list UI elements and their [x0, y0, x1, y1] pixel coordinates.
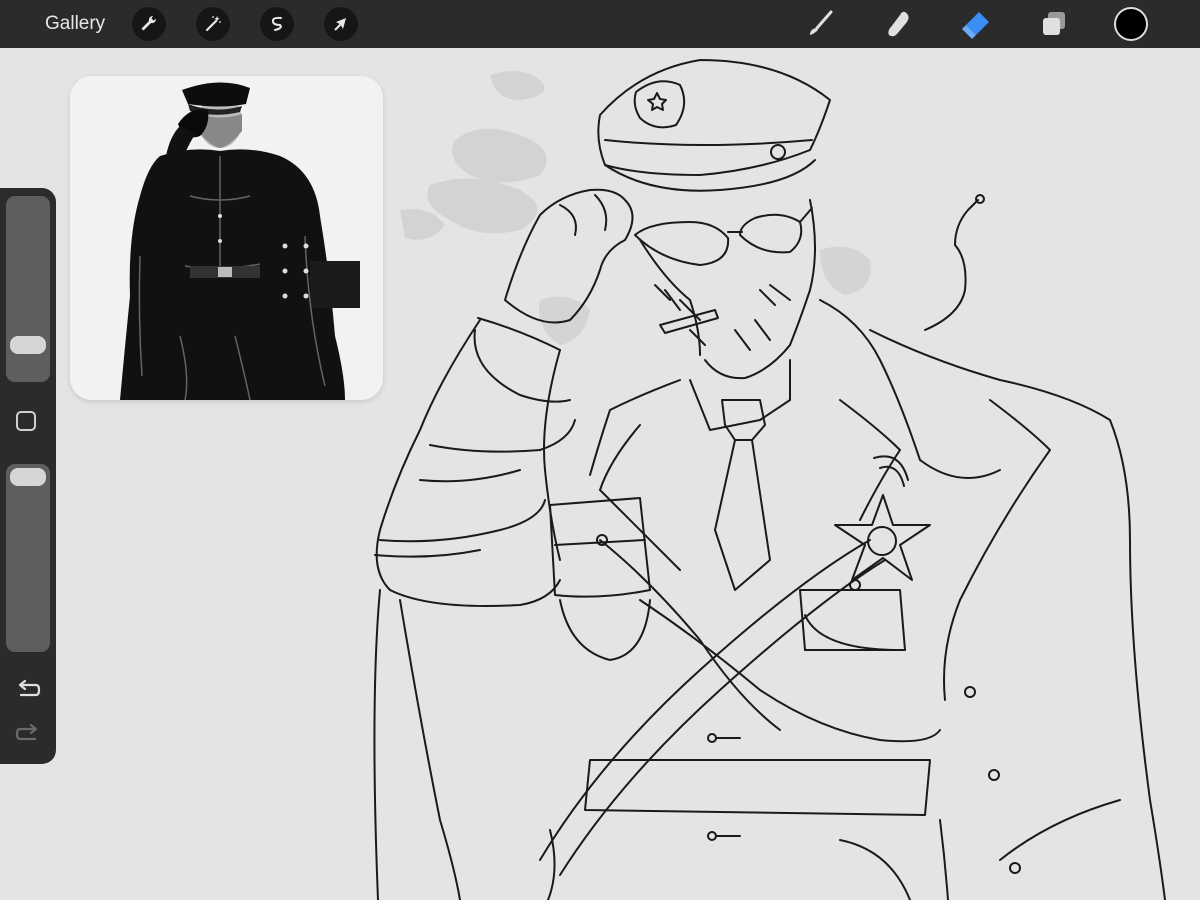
- magic-wand-icon: [205, 16, 221, 32]
- transform-button[interactable]: [324, 7, 358, 41]
- actions-wrench-button[interactable]: [132, 7, 166, 41]
- brush-icon: [810, 10, 833, 35]
- brush-tool-button[interactable]: [802, 6, 838, 42]
- wrench-icon: [141, 15, 157, 31]
- eraser-icon: [962, 12, 989, 39]
- color-picker-button[interactable]: [1114, 7, 1148, 41]
- layers-icon: [1043, 12, 1065, 35]
- reference-image-window[interactable]: [70, 76, 383, 400]
- brush-size-slider[interactable]: [6, 196, 50, 382]
- arrow-cursor-icon: [334, 18, 346, 31]
- drawing-canvas[interactable]: [0, 48, 1200, 900]
- opacity-slider[interactable]: [6, 464, 50, 652]
- undo-icon[interactable]: [14, 677, 42, 703]
- reference-photo: [70, 76, 383, 400]
- selection-button[interactable]: [260, 7, 294, 41]
- gallery-button[interactable]: Gallery: [45, 13, 105, 35]
- modify-square-button[interactable]: [16, 411, 36, 431]
- smudge-finger-icon: [888, 11, 909, 37]
- selection-s-icon: [271, 16, 282, 31]
- brush-size-thumb[interactable]: [10, 336, 46, 354]
- left-sidebar: [0, 188, 56, 764]
- top-toolbar: Gallery: [0, 0, 1200, 48]
- redo-icon[interactable]: [14, 721, 42, 747]
- opacity-thumb[interactable]: [10, 468, 46, 486]
- layers-button[interactable]: [1036, 6, 1072, 42]
- smudge-tool-button[interactable]: [880, 6, 916, 42]
- eraser-tool-button[interactable]: [958, 6, 994, 42]
- adjustments-button[interactable]: [196, 7, 230, 41]
